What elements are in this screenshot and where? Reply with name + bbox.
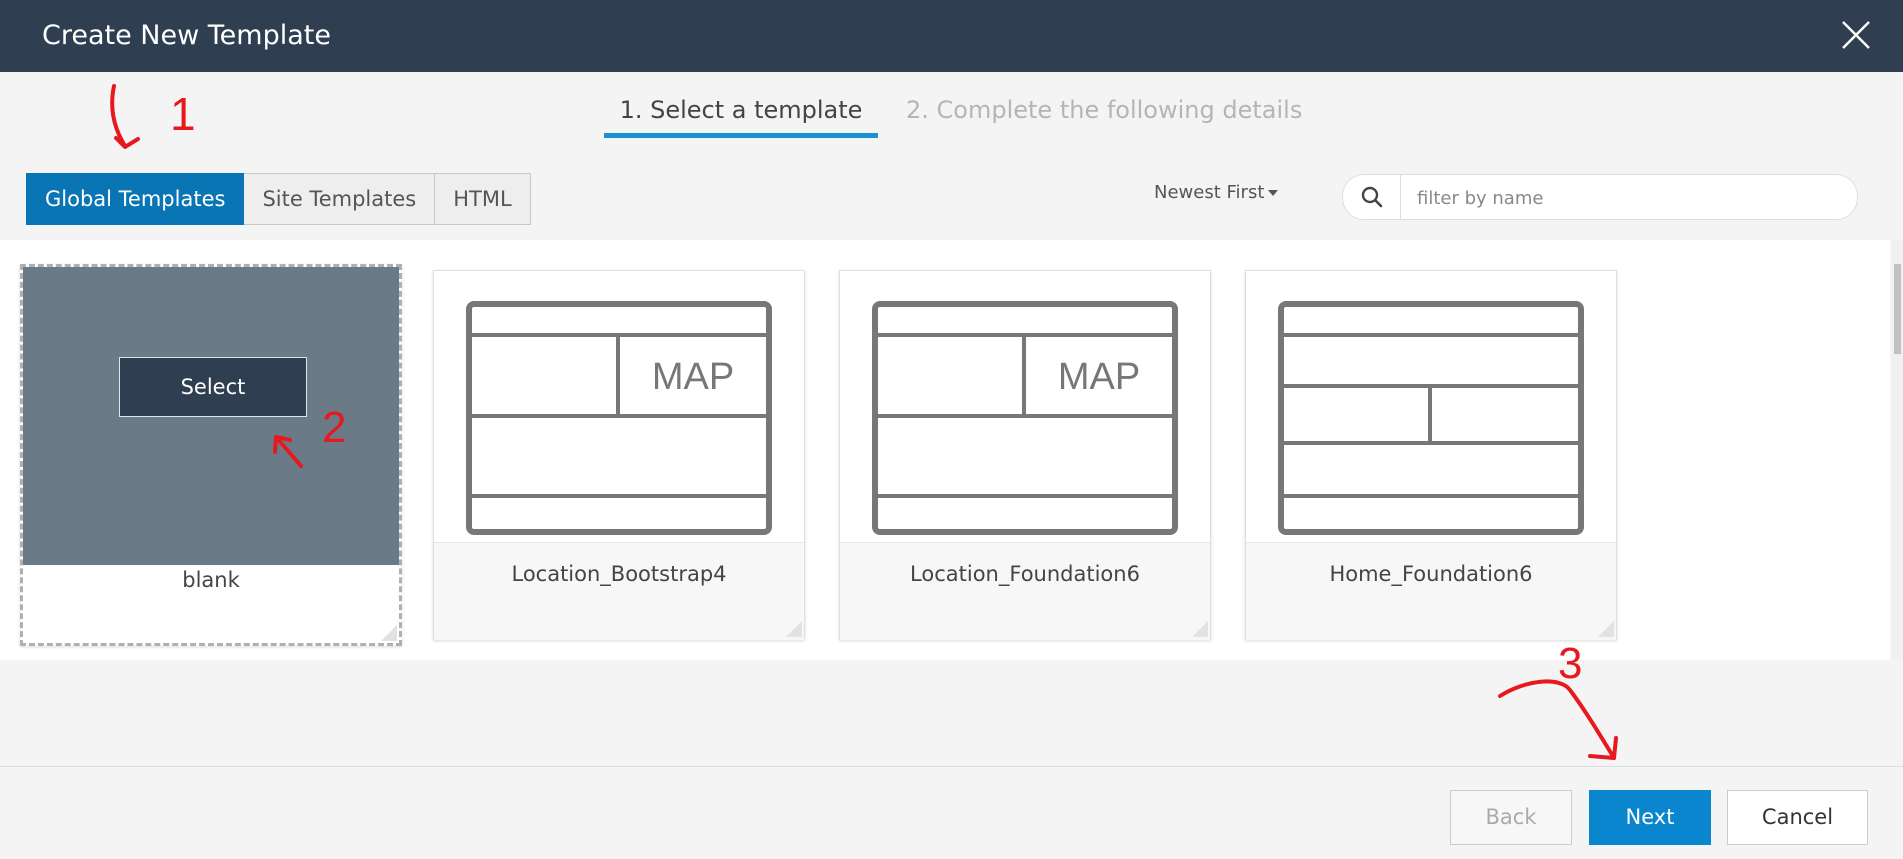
template-card-home-foundation6[interactable]: Home_Foundation6 [1245, 270, 1617, 640]
step-complete-details: 2. Complete the following details [906, 96, 1302, 124]
search-icon [1361, 186, 1383, 208]
next-button[interactable]: Next [1589, 790, 1711, 845]
sort-dropdown[interactable]: Newest First [1154, 182, 1279, 203]
template-gallery: Select blank MAP Location_Bootstrap4 MAP… [0, 240, 1890, 660]
tab-html[interactable]: HTML [435, 173, 531, 225]
scrollbar-thumb[interactable] [1894, 264, 1901, 354]
template-name: blank [23, 565, 399, 643]
template-thumbnail: Select [23, 267, 399, 565]
step-label: 1. Select a template [619, 96, 863, 124]
template-thumbnail: MAP [434, 271, 804, 541]
template-card-location-foundation6[interactable]: MAP Location_Foundation6 [839, 270, 1211, 640]
select-button[interactable]: Select [119, 357, 307, 417]
tab-global-templates[interactable]: Global Templates [26, 173, 245, 225]
dialog-footer: Back Next Cancel [0, 766, 1903, 859]
template-name: Location_Foundation6 [840, 542, 1210, 640]
template-source-tabs: Global Templates Site Templates HTML [26, 173, 531, 225]
wizard-steps: 1. Select a template 2. Complete the fol… [0, 96, 1903, 140]
template-name: Home_Foundation6 [1246, 542, 1616, 640]
template-thumbnail [1246, 271, 1616, 541]
map-label: MAP [1058, 356, 1140, 398]
layout-wireframe-icon: MAP [872, 301, 1178, 535]
arrow-icon [1498, 679, 1618, 760]
tab-site-templates[interactable]: Site Templates [244, 173, 436, 225]
step-select-template: 1. Select a template [604, 96, 878, 138]
corner-fold [1598, 621, 1614, 637]
dialog-title: Create New Template [42, 20, 331, 51]
template-card-blank[interactable]: Select blank [20, 264, 402, 646]
template-card-location-bootstrap4[interactable]: MAP Location_Bootstrap4 [433, 270, 805, 640]
search-input[interactable] [1415, 183, 1839, 213]
close-icon[interactable] [1839, 18, 1873, 52]
search-divider [1400, 175, 1401, 219]
search-box [1342, 174, 1858, 220]
caret-down-icon [1268, 190, 1279, 196]
active-step-underline [604, 133, 878, 138]
layout-wireframe-icon: MAP [466, 301, 772, 535]
gallery-scrollbar[interactable] [1892, 240, 1903, 660]
corner-fold [786, 621, 802, 637]
step-label: 2. Complete the following details [906, 96, 1303, 124]
corner-fold [381, 625, 397, 641]
layout-wireframe-icon [1278, 301, 1584, 535]
template-name: Location_Bootstrap4 [434, 542, 804, 640]
corner-fold [1192, 621, 1208, 637]
map-label: MAP [652, 356, 734, 398]
dialog-header: Create New Template [0, 0, 1903, 72]
template-thumbnail: MAP [840, 271, 1210, 541]
sort-label: Newest First [1154, 182, 1265, 203]
cancel-button[interactable]: Cancel [1727, 790, 1868, 845]
back-button[interactable]: Back [1450, 790, 1572, 845]
